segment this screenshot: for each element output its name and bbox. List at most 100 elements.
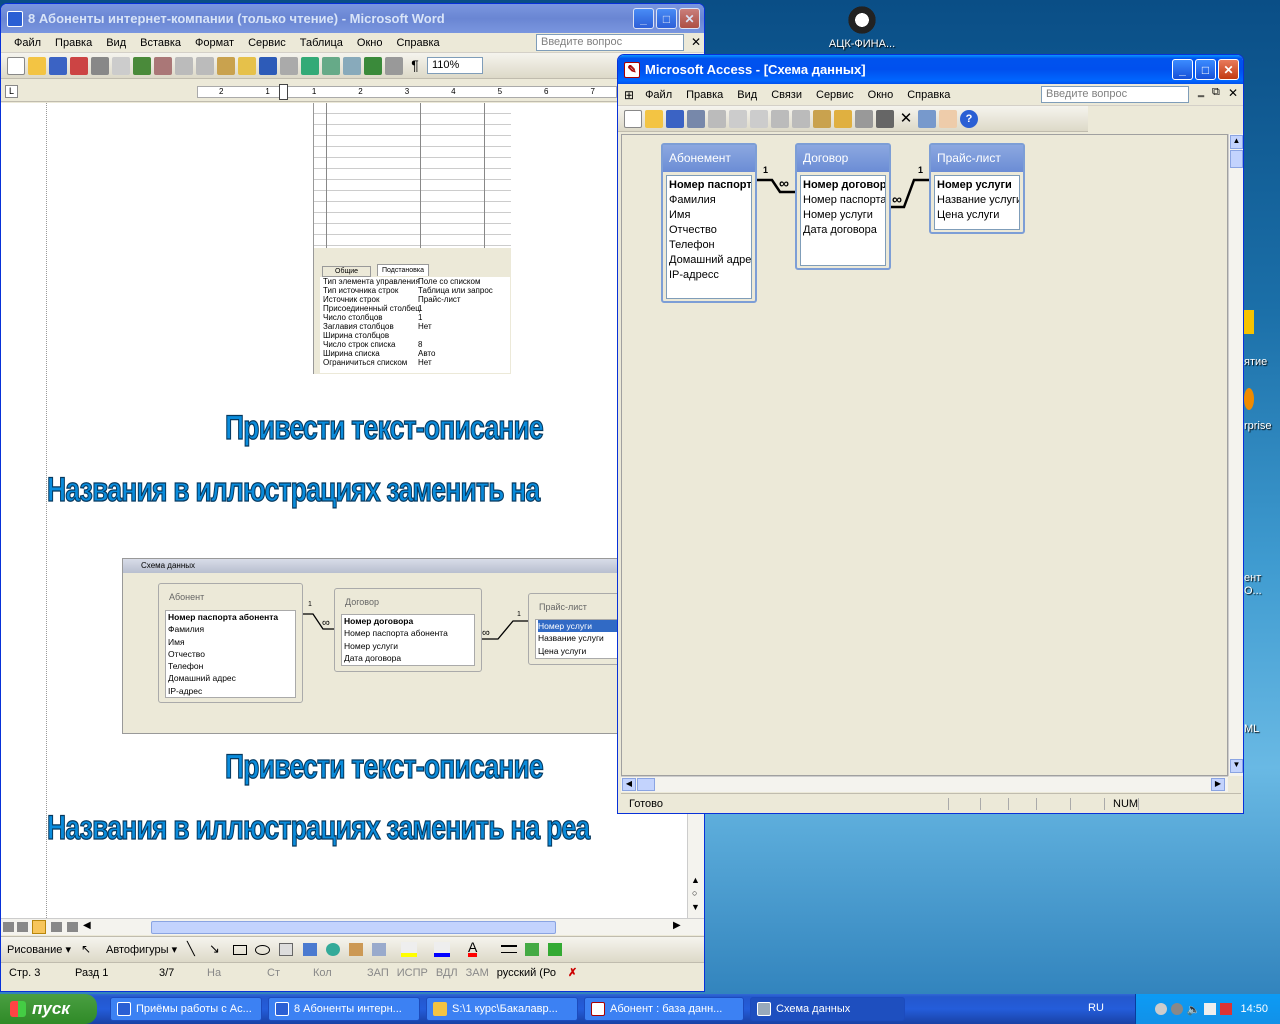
- task-word-doc[interactable]: 8 Абоненты интерн...: [268, 997, 420, 1021]
- undo-icon[interactable]: [259, 56, 277, 75]
- access-titlebar[interactable]: ✎ Microsoft Access - [Схема данных] _ □ …: [618, 55, 1243, 84]
- vscroll-thumb[interactable]: [1230, 150, 1243, 168]
- task-access-tips[interactable]: Приёмы работы с Ас...: [110, 997, 262, 1021]
- save-icon[interactable]: [49, 56, 67, 75]
- doc-minimize-icon[interactable]: ‗: [1198, 86, 1204, 98]
- browse-object-icon[interactable]: ○: [692, 888, 697, 898]
- zoom-select[interactable]: 110%: [427, 57, 483, 74]
- print-icon[interactable]: [708, 109, 726, 128]
- shadow-icon[interactable]: [525, 943, 539, 956]
- menu-tools[interactable]: Сервис: [241, 37, 293, 49]
- view-print-icon[interactable]: [32, 920, 46, 934]
- direct-relationships-icon[interactable]: [855, 109, 873, 128]
- research-icon[interactable]: [154, 56, 172, 75]
- word-doc-close-icon[interactable]: ✕: [691, 35, 701, 49]
- desktop-app-icon-orange[interactable]: [1244, 388, 1254, 410]
- status-ext[interactable]: ВДЛ: [432, 967, 462, 979]
- menu-window[interactable]: Окно: [350, 37, 390, 49]
- permission-icon[interactable]: [70, 56, 88, 75]
- word-question-input[interactable]: Введите вопрос: [536, 34, 684, 51]
- insert-excel-icon[interactable]: [364, 56, 382, 75]
- task-access-db[interactable]: Абонент : база данн...: [584, 997, 744, 1021]
- tray-security-icon[interactable]: [1220, 1003, 1233, 1015]
- oval-icon[interactable]: [255, 945, 270, 955]
- word-ruler[interactable]: L 2 1 1 2 3 4 5 6 7: [1, 82, 704, 102]
- minimize-button[interactable]: _: [633, 8, 654, 29]
- doc-window-icon[interactable]: ⊞: [624, 88, 638, 102]
- show-table-icon[interactable]: [834, 109, 852, 128]
- font-color-icon[interactable]: A: [468, 940, 478, 957]
- line-color-icon[interactable]: [434, 942, 450, 957]
- open-icon[interactable]: [645, 109, 663, 128]
- copy-icon[interactable]: [792, 109, 810, 128]
- tray-network-icon[interactable]: [1154, 1003, 1167, 1015]
- menu-relationships[interactable]: Связи: [764, 89, 809, 101]
- preview-icon[interactable]: [112, 56, 130, 75]
- menu-help[interactable]: Справка: [389, 37, 446, 49]
- maximize-button[interactable]: □: [1195, 59, 1216, 80]
- view-web-icon[interactable]: [17, 922, 28, 932]
- copy-icon[interactable]: [196, 56, 214, 75]
- tray-antivirus-icon[interactable]: [1170, 1003, 1183, 1015]
- relationship-line-1[interactable]: [757, 178, 795, 194]
- tray-volume-icon[interactable]: 🔈: [1187, 1003, 1201, 1016]
- menu-file[interactable]: Файл: [638, 89, 679, 101]
- doc-restore-icon[interactable]: ⧉: [1212, 86, 1220, 99]
- pilcrow-icon[interactable]: ¶: [406, 57, 424, 75]
- hyperlink-icon[interactable]: [301, 56, 319, 75]
- status-trk[interactable]: ИСПР: [393, 967, 432, 979]
- menu-window[interactable]: Окно: [861, 89, 901, 101]
- wordart-icon[interactable]: [303, 943, 317, 956]
- word-horizontal-scrollbar[interactable]: ◀ ▶: [1, 918, 704, 935]
- close-button[interactable]: ✕: [679, 8, 700, 29]
- scroll-up-icon[interactable]: ▲: [1230, 135, 1243, 149]
- clock[interactable]: 14:50: [1240, 1003, 1268, 1015]
- line-style-icon[interactable]: [501, 945, 517, 953]
- menu-edit[interactable]: Правка: [48, 37, 99, 49]
- database-window-icon[interactable]: [918, 109, 936, 128]
- scroll-right-icon[interactable]: ▶: [1211, 778, 1225, 791]
- scroll-right-icon[interactable]: ▶: [673, 920, 681, 931]
- open-icon[interactable]: [28, 56, 46, 75]
- help-icon[interactable]: ?: [960, 109, 978, 128]
- new-icon[interactable]: [7, 56, 25, 75]
- access-question-input[interactable]: Введите вопрос: [1041, 86, 1189, 103]
- menu-view[interactable]: Вид: [730, 89, 764, 101]
- new-icon[interactable]: [624, 109, 642, 128]
- drawing-menu[interactable]: Рисование ▾: [7, 943, 71, 956]
- desktop-icon-ack[interactable]: АЦК-ФИНА...: [822, 4, 902, 50]
- scroll-down-icon[interactable]: ▼: [1230, 759, 1243, 773]
- desktop-app-icon-yellow[interactable]: [1244, 310, 1254, 334]
- menu-format[interactable]: Формат: [188, 37, 241, 49]
- cut-icon[interactable]: [175, 56, 193, 75]
- task-schema[interactable]: Схема данных: [750, 997, 905, 1021]
- relationships-canvas[interactable]: Абонемент Номер паспорта Фамилия Имя Отч…: [621, 134, 1228, 776]
- all-relationships-icon[interactable]: [876, 109, 894, 128]
- menu-edit[interactable]: Правка: [679, 89, 730, 101]
- arrow-icon[interactable]: ↘: [209, 941, 220, 957]
- menu-help[interactable]: Справка: [900, 89, 957, 101]
- autoshapes-menu[interactable]: Автофигуры ▾: [106, 943, 177, 956]
- close-button[interactable]: ✕: [1218, 59, 1239, 80]
- paste-icon[interactable]: [217, 56, 235, 75]
- tray-app-icon[interactable]: [1204, 1003, 1217, 1015]
- hscroll-thumb[interactable]: [637, 778, 655, 791]
- scroll-left-icon[interactable]: ◀: [622, 778, 636, 791]
- tab-selector[interactable]: L: [5, 85, 18, 98]
- language-indicator[interactable]: RU: [1088, 1002, 1104, 1014]
- diagram-icon[interactable]: [326, 943, 340, 956]
- select-objects-icon[interactable]: ↖: [81, 942, 91, 956]
- word-document-area[interactable]: Общие Подстановка Тип элемента управлени…: [1, 103, 687, 918]
- access-horizontal-scrollbar[interactable]: ◀ ▶: [621, 776, 1228, 792]
- browse-next-icon[interactable]: ▼: [691, 902, 700, 912]
- spelling-icon[interactable]: [750, 109, 768, 128]
- hscroll-thumb[interactable]: [151, 921, 556, 934]
- view-normal-icon[interactable]: [3, 922, 14, 932]
- new-object-icon[interactable]: [939, 109, 957, 128]
- menu-insert[interactable]: Вставка: [133, 37, 188, 49]
- maximize-button[interactable]: □: [656, 8, 677, 29]
- access-vertical-scrollbar[interactable]: ▲ ▼: [1228, 134, 1243, 776]
- menu-tools[interactable]: Сервис: [809, 89, 861, 101]
- menu-view[interactable]: Вид: [99, 37, 133, 49]
- file-search-icon[interactable]: [687, 109, 705, 128]
